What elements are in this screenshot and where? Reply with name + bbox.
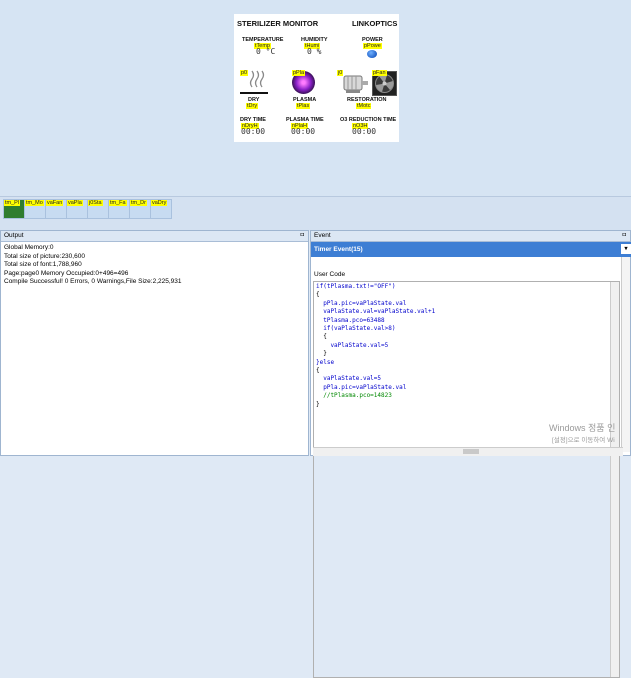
output-line: Compile Successful! 0 Errors, 0 Warnings… bbox=[4, 278, 182, 285]
code-line: } bbox=[316, 400, 320, 408]
plasma-image-tag[interactable]: pPla bbox=[292, 70, 306, 76]
power-tag[interactable]: pPowe bbox=[363, 43, 382, 49]
timer-event-tab[interactable]: Timer Event(15) ▾ bbox=[311, 242, 631, 257]
pin-icon[interactable]: ㅁ bbox=[299, 231, 305, 241]
code-line: if(tPlasma.txt!="OFF") bbox=[316, 283, 396, 290]
horizontal-scrollbar[interactable] bbox=[313, 447, 623, 456]
component-label: vaDry bbox=[151, 200, 168, 206]
component-item[interactable]: j0Sta bbox=[87, 199, 109, 219]
scrollbar-thumb[interactable] bbox=[463, 449, 479, 454]
output-title: Output bbox=[4, 232, 24, 239]
code-line: } bbox=[316, 350, 327, 358]
code-line: pPla.pic=vaPlaState.val bbox=[316, 383, 407, 391]
hmi-page-preview[interactable]: STERILIZER MONITOR LINKOPTICS TEMPERATUR… bbox=[234, 14, 399, 142]
component-item[interactable]: vaPla bbox=[66, 199, 88, 219]
power-button-icon[interactable] bbox=[367, 50, 377, 58]
dry-image-tag[interactable]: p0 bbox=[240, 70, 249, 76]
code-line: pPla.pic=vaPlaState.val bbox=[316, 299, 407, 307]
component-label: vaFan bbox=[46, 200, 64, 206]
code-scrollbar[interactable] bbox=[610, 282, 619, 677]
component-item[interactable]: vaFan bbox=[45, 199, 67, 219]
motor-icon bbox=[343, 75, 368, 93]
output-header: Output ㅁ bbox=[1, 231, 308, 242]
component-label: tm_Mo bbox=[25, 200, 44, 206]
restoration-value-tag[interactable]: tMotc bbox=[356, 103, 372, 109]
chevron-down-icon[interactable]: ▾ bbox=[621, 244, 631, 254]
output-line: Total size of picture:230,600 bbox=[4, 252, 85, 260]
code-editor[interactable]: if(tPlasma.txt!="OFF") { pPla.pic=vaPlaS… bbox=[313, 281, 620, 678]
code-line: tPlasma.pco=63488 bbox=[316, 316, 385, 324]
dry-value-tag[interactable]: tDry bbox=[246, 103, 259, 109]
fan-image-tag[interactable]: pFan bbox=[372, 70, 387, 76]
windows-activation-subtext: [설정]으로 이동하여 Wi bbox=[552, 437, 615, 444]
code-line: vaPlaState.val=5 bbox=[316, 375, 382, 383]
component-label: vaPla bbox=[67, 200, 83, 206]
timer-event-label: Timer Event(15) bbox=[314, 246, 363, 253]
design-canvas: STERILIZER MONITOR LINKOPTICS TEMPERATUR… bbox=[0, 0, 631, 196]
heat-waves-icon bbox=[249, 70, 265, 88]
user-code-label: User Code bbox=[314, 271, 346, 278]
humidity-value: 0 % bbox=[307, 47, 322, 56]
output-panel: Output ㅁ Global Memory:0 Total size of p… bbox=[0, 230, 309, 456]
event-title: Event bbox=[314, 232, 331, 239]
event-header: Event ㅁ bbox=[311, 231, 630, 242]
hmi-brand: LINKOPTICS bbox=[352, 19, 398, 28]
code-line: { bbox=[316, 291, 320, 299]
component-label: tm_Fa bbox=[109, 200, 127, 206]
component-label: j0Sta bbox=[88, 200, 103, 206]
plasma-time-value: 00:00 bbox=[291, 127, 316, 136]
code-line: if(vaPlaState.val>8) bbox=[316, 325, 396, 333]
dry-bar bbox=[240, 92, 268, 94]
code-line: vaPlaState.val=5 bbox=[316, 341, 389, 349]
code-line: { bbox=[316, 333, 327, 341]
code-line: { bbox=[316, 367, 320, 375]
component-item[interactable]: tm_Mo bbox=[24, 199, 46, 219]
temperature-value: 0 °C bbox=[256, 47, 276, 56]
o3-reduction-value: 00:00 bbox=[352, 127, 377, 136]
dry-time-value: 00:00 bbox=[241, 127, 266, 136]
component-item[interactable]: tm_Fa bbox=[108, 199, 130, 219]
component-item[interactable]: tm_Pl bbox=[3, 199, 25, 219]
hmi-title: STERILIZER MONITOR bbox=[237, 19, 319, 28]
output-line: Page:page0 Memory Occupied:0+496=496 bbox=[4, 269, 129, 277]
component-item[interactable]: tm_Dr bbox=[129, 199, 151, 219]
code-line: }else bbox=[316, 358, 335, 366]
output-log: Global Memory:0 Total size of picture:23… bbox=[1, 242, 308, 289]
component-item[interactable]: vaDry bbox=[150, 199, 172, 219]
component-bar: tm_Pl tm_Mo vaFan vaPla j0Sta tm_Fa tm_D… bbox=[0, 196, 631, 231]
code-comment-line: //tPlasma.pco=14823 bbox=[316, 392, 392, 400]
code-line: vaPlaState.val=vaPlaState.val+1 bbox=[316, 308, 436, 316]
pin-icon[interactable]: ㅁ bbox=[621, 231, 627, 241]
component-label: tm_Dr bbox=[130, 200, 147, 206]
plasma-value-tag[interactable]: tPlas bbox=[296, 103, 311, 109]
component-label: tm_Pl bbox=[4, 200, 21, 206]
event-scrollbar[interactable] bbox=[621, 257, 630, 452]
windows-activation-watermark: Windows 정품 인 bbox=[549, 423, 616, 433]
output-line: Global Memory:0 bbox=[4, 244, 54, 251]
output-line: Total size of font:1,788,960 bbox=[4, 261, 82, 268]
